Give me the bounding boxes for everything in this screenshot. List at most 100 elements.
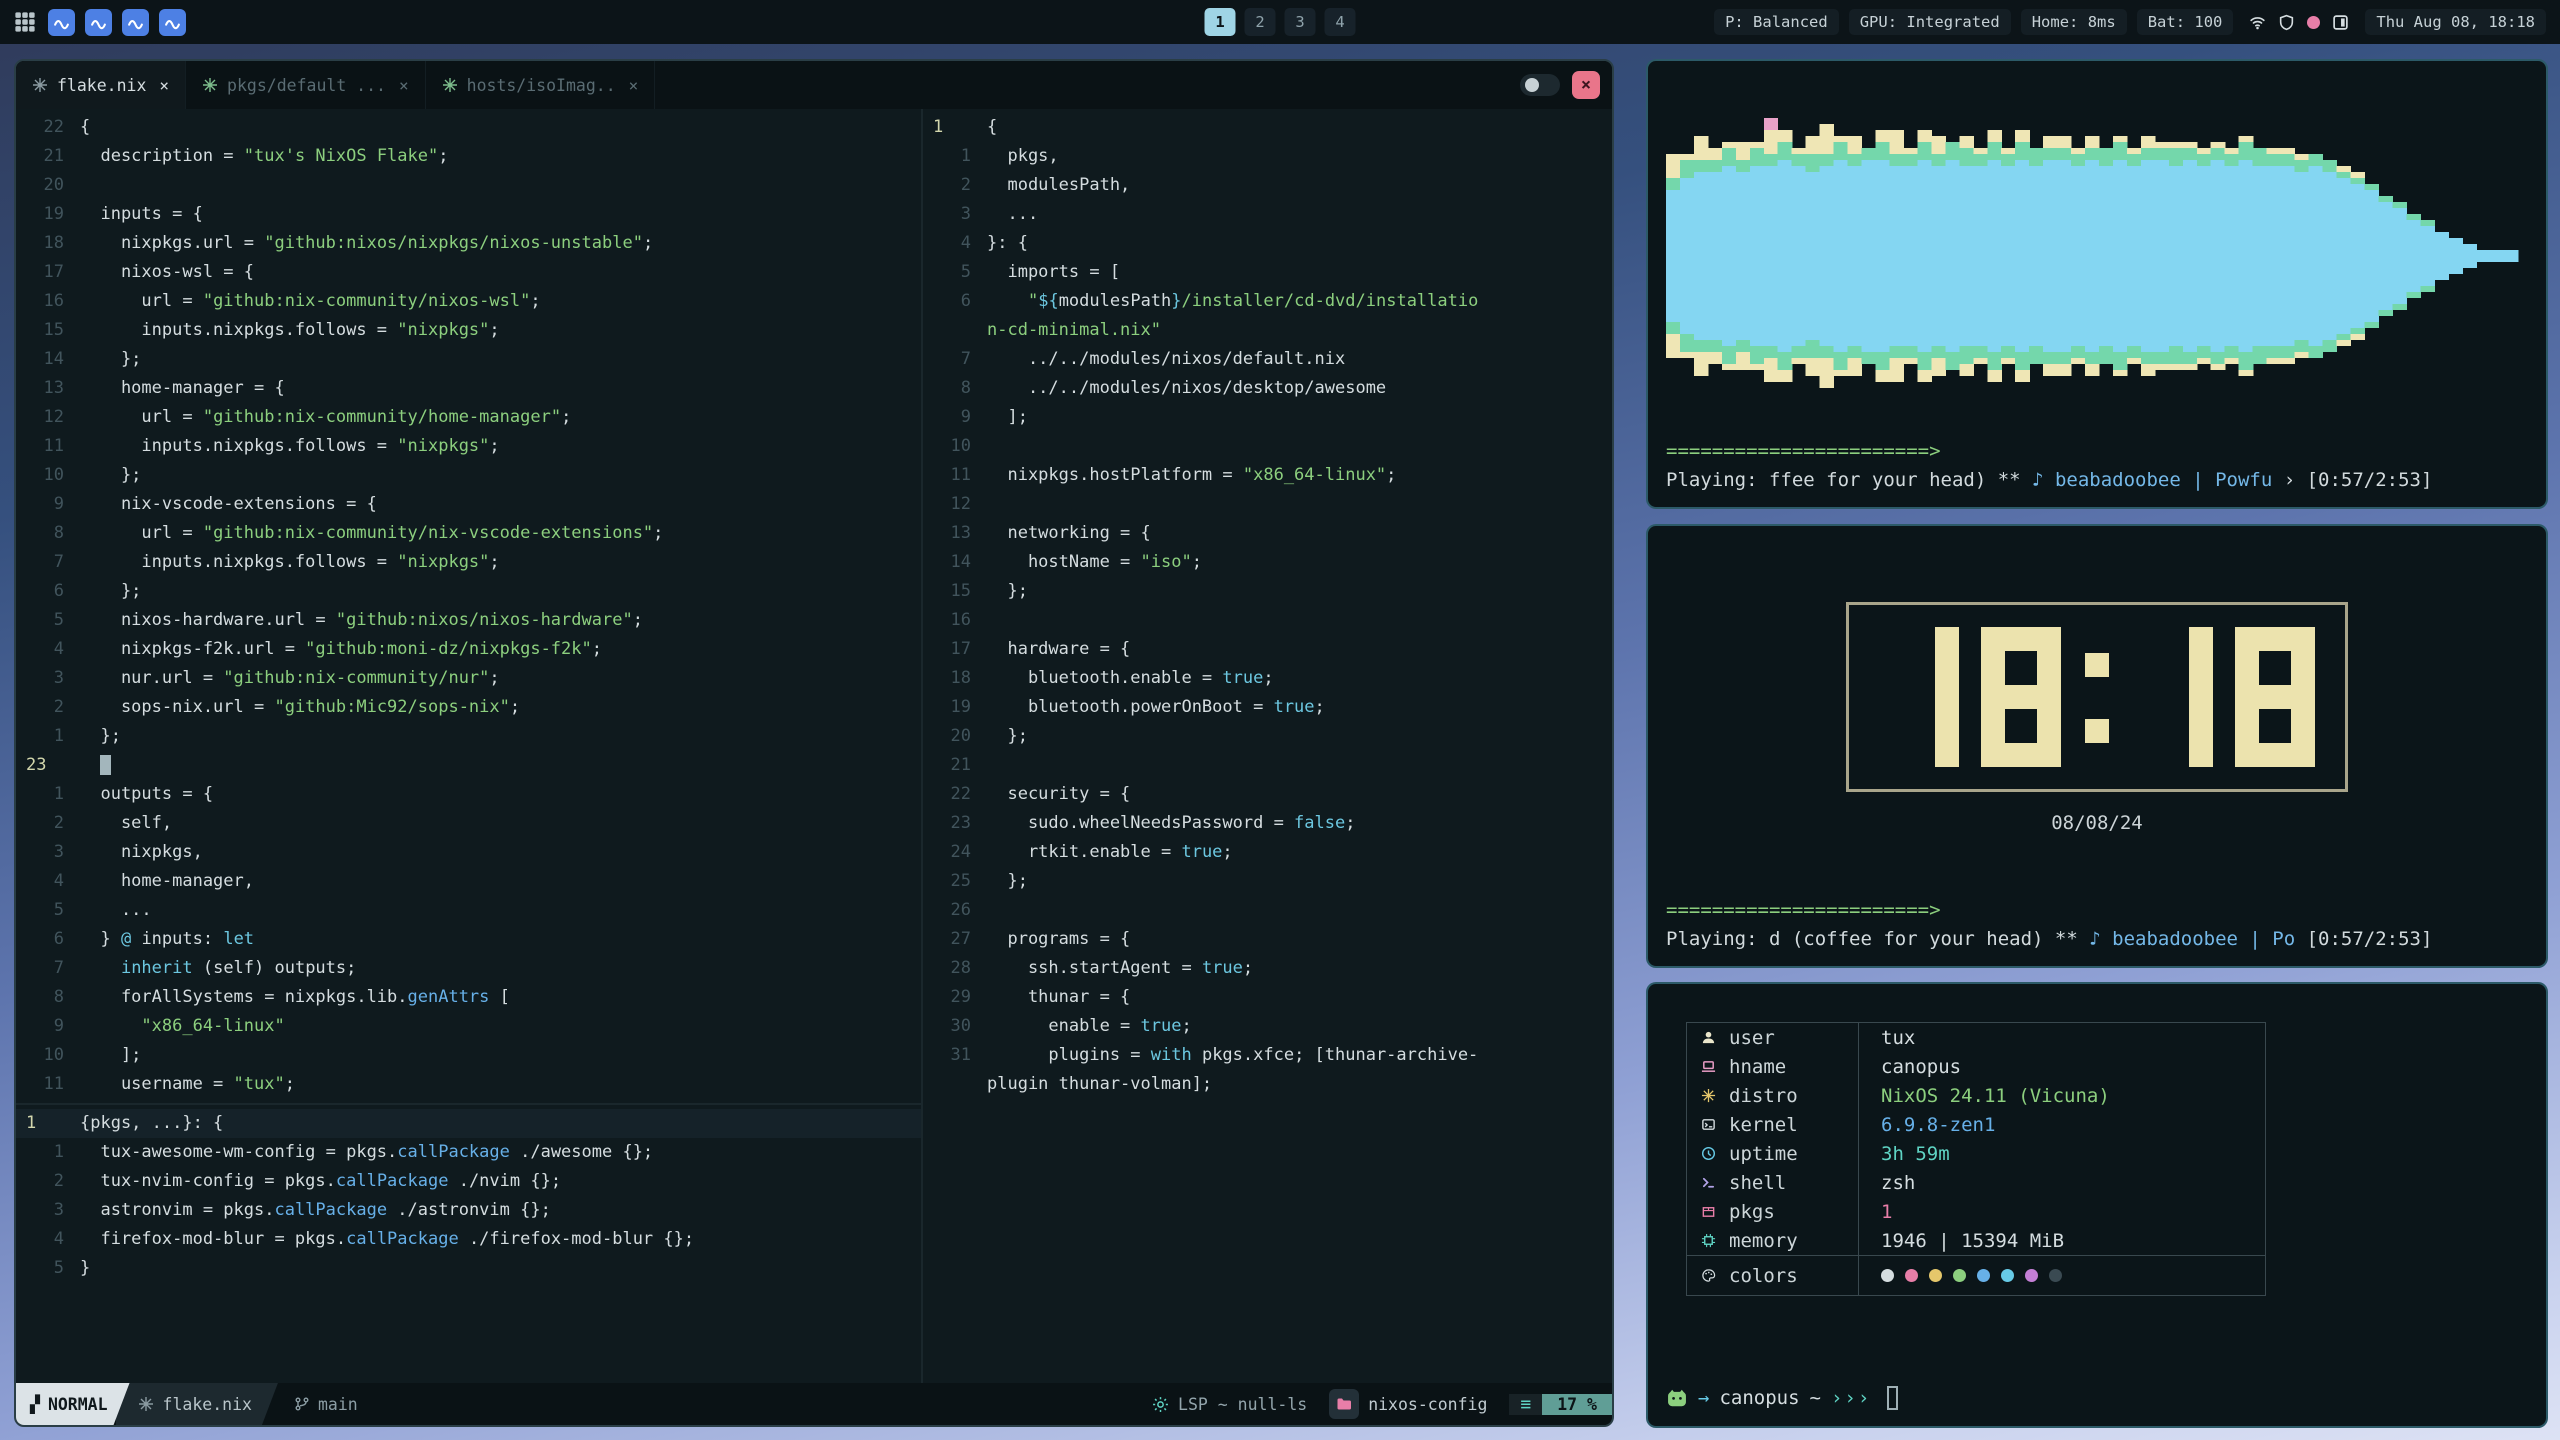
editor-tab[interactable]: flake.nix× bbox=[16, 61, 186, 109]
code-line: 3 astronvim = pkgs.callPackage ./astronv… bbox=[16, 1196, 921, 1225]
color-dot bbox=[1953, 1269, 1966, 1282]
clock-display: Thu Aug 08, 18:18 bbox=[2365, 9, 2546, 35]
snowflake-icon bbox=[1701, 1088, 1716, 1103]
code-line: 2 sops-nix.url = "github:Mic92/sops-nix"… bbox=[16, 693, 921, 722]
tab-close-icon[interactable]: × bbox=[629, 76, 639, 95]
track-text: [0:57/2:53] bbox=[2295, 928, 2432, 950]
wifi-icon[interactable] bbox=[2249, 14, 2266, 31]
code-line: 17 nixos-wsl = { bbox=[16, 258, 921, 287]
app-icon[interactable] bbox=[159, 9, 186, 36]
code-line: 27 programs = { bbox=[923, 925, 1612, 954]
digital-clock bbox=[1879, 627, 2315, 767]
code-pane-iso[interactable]: 1{1 pkgs,2 modulesPath,3 ...4}: {5 impor… bbox=[923, 109, 1612, 1383]
fetch-row: hnamecanopus bbox=[1687, 1052, 2265, 1081]
topbar-status: P: BalancedGPU: IntegratedHome: 8msBat: … bbox=[1714, 9, 2546, 35]
code-line: 25 }; bbox=[923, 867, 1612, 896]
fetch-label: kernel bbox=[1729, 1114, 1798, 1136]
code-line: 13 home-manager = { bbox=[16, 374, 921, 403]
branch-icon bbox=[294, 1396, 310, 1412]
code-line: 14 }; bbox=[16, 345, 921, 374]
code-line: 11 username = "tux"; bbox=[16, 1070, 921, 1099]
code-line: 14 hostName = "iso"; bbox=[923, 548, 1612, 577]
vim-mode-badge: ▞ NORMAL bbox=[16, 1383, 130, 1425]
shield-icon[interactable] bbox=[2278, 14, 2295, 31]
workspace-button[interactable]: 3 bbox=[1285, 8, 1316, 36]
color-dot bbox=[2001, 1269, 2014, 1282]
color-dot bbox=[1977, 1269, 1990, 1282]
layout-icon[interactable] bbox=[2332, 14, 2349, 31]
terminal-fetch[interactable]: usertuxhnamecanopusdistroNixOS 24.11 (Vi… bbox=[1646, 982, 2548, 1428]
user-icon bbox=[1701, 1030, 1716, 1045]
track-text: [0:57/2:53] bbox=[2307, 469, 2433, 491]
fetch-value: NixOS 24.11 (Vicuna) bbox=[1859, 1085, 2110, 1107]
fetch-label: user bbox=[1729, 1027, 1775, 1049]
close-window-button[interactable]: × bbox=[1572, 71, 1600, 99]
code-line: 3 nixpkgs, bbox=[16, 838, 921, 867]
apps-grid-icon[interactable] bbox=[14, 11, 36, 33]
track-artist: beabadoobee | Powfu bbox=[2055, 469, 2272, 491]
code-line: 5 nixos-hardware.url = "github:nixos/nix… bbox=[16, 606, 921, 635]
app-icon[interactable] bbox=[122, 9, 149, 36]
editor-tab[interactable]: pkgs/default ...× bbox=[186, 61, 426, 109]
app-icon[interactable] bbox=[48, 9, 75, 36]
code-line: 1{ bbox=[923, 113, 1612, 142]
tab-close-icon[interactable]: × bbox=[399, 76, 409, 95]
status-segment: Bat: 100 bbox=[2137, 9, 2234, 35]
code-line: 17 hardware = { bbox=[923, 635, 1612, 664]
code-line: 1 pkgs, bbox=[923, 142, 1612, 171]
code-pane-pkgs[interactable]: 1{pkgs, ...}: {1 tux-awesome-wm-config =… bbox=[16, 1105, 921, 1383]
tab-close-icon[interactable]: × bbox=[159, 76, 169, 95]
code-line: 10 bbox=[923, 432, 1612, 461]
code-line: 7 ../../modules/nixos/default.nix bbox=[923, 345, 1612, 374]
color-dot bbox=[1905, 1269, 1918, 1282]
code-line: 8 ../../modules/nixos/desktop/awesome bbox=[923, 374, 1612, 403]
clock-date: 08/08/24 bbox=[1666, 812, 2528, 834]
neovim-window: flake.nix×pkgs/default ...×hosts/isoImag… bbox=[14, 59, 1614, 1427]
laptop-icon bbox=[1701, 1059, 1716, 1074]
audio-visualizer bbox=[1666, 91, 2532, 421]
code-line: 2 modulesPath, bbox=[923, 171, 1612, 200]
fetch-row: memory1946 | 15394 MiB bbox=[1687, 1226, 2265, 1255]
status-segment: GPU: Integrated bbox=[1849, 9, 2011, 35]
project-name: nixos-config bbox=[1329, 1389, 1487, 1419]
clock-frame bbox=[1846, 602, 2348, 792]
workspace-button[interactable]: 4 bbox=[1325, 8, 1356, 36]
terminal-visualizer[interactable]: =======================> Playing: ffee f… bbox=[1646, 59, 2548, 509]
app-icon[interactable] bbox=[85, 9, 112, 36]
terminal-clock[interactable]: 08/08/24 =======================> Playin… bbox=[1646, 524, 2548, 968]
code-pane-flake[interactable]: 22{21 description = "tux's NixOS Flake";… bbox=[16, 109, 921, 1103]
track-text: Playing: d (coffee for your head) ** bbox=[1666, 928, 2089, 950]
code-line: 13 networking = { bbox=[923, 519, 1612, 548]
fetch-row: uptime3h 59m bbox=[1687, 1139, 2265, 1168]
pinned-apps bbox=[48, 9, 186, 36]
workspace-button[interactable]: 1 bbox=[1205, 8, 1236, 36]
prompt-path: ~ bbox=[1810, 1387, 1821, 1409]
fetch-label: shell bbox=[1729, 1172, 1786, 1194]
code-line: 8 url = "github:nix-community/nix-vscode… bbox=[16, 519, 921, 548]
code-line: plugin thunar-volman]; bbox=[923, 1070, 1612, 1099]
code-line: 5 imports = [ bbox=[923, 258, 1612, 287]
color-dot bbox=[2025, 1269, 2038, 1282]
code-line: 12 url = "github:nix-community/home-mana… bbox=[16, 403, 921, 432]
system-fetch: usertuxhnamecanopusdistroNixOS 24.11 (Vi… bbox=[1686, 1022, 2266, 1296]
progress-arrow: =======================> bbox=[1666, 899, 2528, 921]
color-dot bbox=[2049, 1269, 2062, 1282]
code-line: 23 sudo.wheelNeedsPassword = false; bbox=[923, 809, 1612, 838]
code-line: 11 inputs.nixpkgs.follows = "nixpkgs"; bbox=[16, 432, 921, 461]
editor-tab[interactable]: hosts/isoImag..× bbox=[426, 61, 656, 109]
code-line: 19 bluetooth.powerOnBoot = true; bbox=[923, 693, 1612, 722]
fetch-colors-row: colors bbox=[1687, 1255, 2265, 1295]
now-playing: Playing: d (coffee for your head) ** ♪ b… bbox=[1666, 928, 2528, 950]
fetch-label: hname bbox=[1729, 1056, 1786, 1078]
code-line: 28 ssh.startAgent = true; bbox=[923, 954, 1612, 983]
code-line: 2 self, bbox=[16, 809, 921, 838]
editor-tabbar: flake.nix×pkgs/default ...×hosts/isoImag… bbox=[16, 61, 1612, 109]
terminal-cursor bbox=[1887, 1386, 1898, 1410]
prompt-chevrons: ››› bbox=[1831, 1387, 1871, 1409]
workspace-button[interactable]: 2 bbox=[1245, 8, 1276, 36]
toggle-icon[interactable] bbox=[1520, 74, 1560, 96]
shell-prompt[interactable]: → canopus ~ ››› bbox=[1666, 1386, 2528, 1410]
accent-dot-icon[interactable] bbox=[2307, 16, 2320, 29]
code-line: 7 inherit (self) outputs; bbox=[16, 954, 921, 983]
statusline-file: flake.nix bbox=[116, 1383, 278, 1425]
